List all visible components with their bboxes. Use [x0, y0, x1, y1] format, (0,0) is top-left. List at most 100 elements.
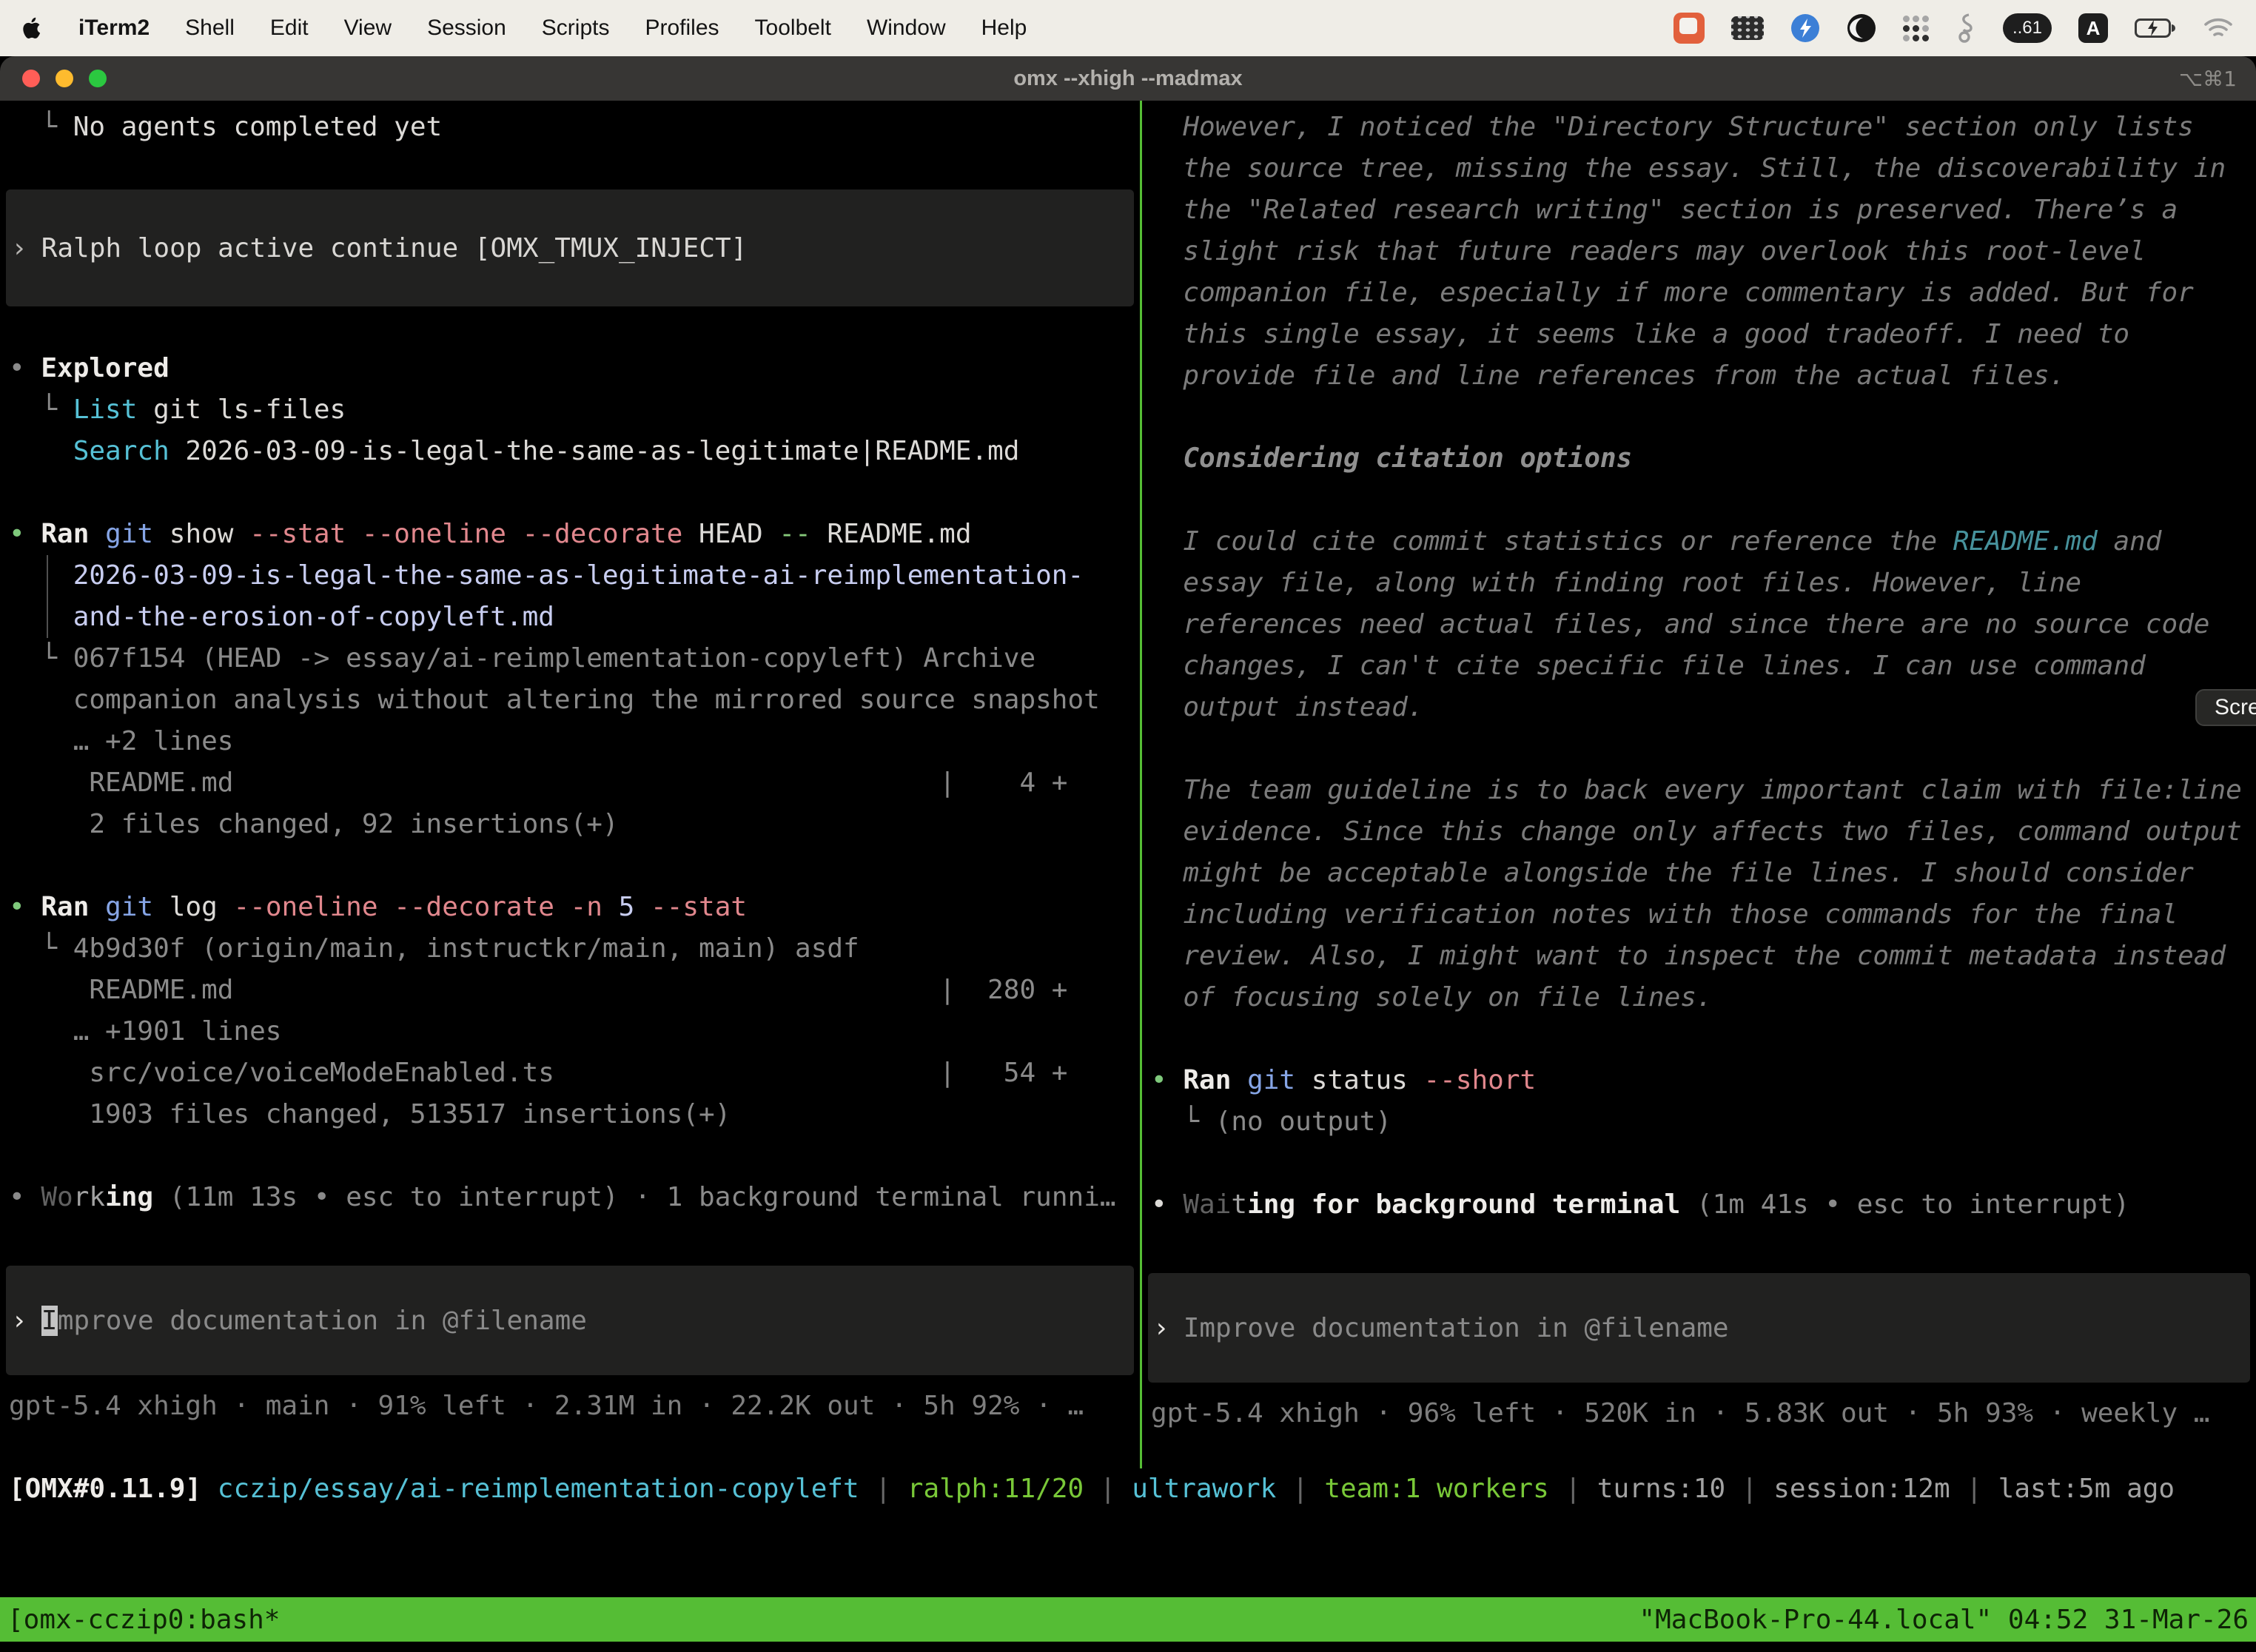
bolt-app-icon[interactable]	[1790, 13, 1820, 43]
menu-item-scripts[interactable]: Scripts	[542, 16, 610, 40]
terminal-line: might be acceptable alongside the file l…	[1142, 853, 2256, 894]
terminal-line: the "Related research writing" section i…	[1142, 189, 2256, 231]
terminal-line: review. Also, I might want to inspect th…	[1142, 936, 2256, 977]
terminal-line: • Ran git status --short	[1142, 1060, 2256, 1101]
terminal-line: … +2 lines	[0, 721, 1140, 762]
terminal-line: changes, I can't cite specific file line…	[1142, 645, 2256, 687]
menu-status-icons: ..61 A	[1673, 13, 2234, 44]
terminal-line: output instead.	[1142, 687, 2256, 728]
window-title-bar[interactable]: omx --xhigh --madmax ⌥⌘1	[0, 56, 2256, 101]
screen-popup: Scre	[2195, 689, 2256, 726]
wifi-icon[interactable]	[2203, 16, 2234, 40]
terminal-line: and-the-erosion-of-copyleft.md	[0, 597, 1140, 638]
minimize-button[interactable]	[56, 70, 73, 87]
input-placeholder-text: mprove documentation in @filename	[58, 1306, 587, 1336]
macos-menu-bar: iTerm2 Shell Edit View Session Scripts Profile…	[0, 0, 2256, 56]
left-pane-main-rows: • Explored └ List git ls-files Search 20…	[0, 348, 1140, 1218]
terminal-line: provide file and line references from th…	[1142, 355, 2256, 397]
blank-line	[0, 1135, 1140, 1177]
blank-line	[1142, 1143, 2256, 1184]
text-cursor: I	[41, 1306, 58, 1336]
tmux-status-bar: [omx-cczip0:bash* "MacBook-Pro-44.local"…	[0, 1597, 2256, 1642]
left-pane[interactable]: └ No agents completed yet › Ralph loop ac…	[0, 101, 1140, 1468]
tmux-window-tab[interactable]: [omx-cczip0:bash*	[7, 1605, 280, 1635]
zoom-button[interactable]	[89, 70, 107, 87]
terminal-line: • Working (11m 13s • esc to interrupt) ·…	[0, 1177, 1140, 1218]
terminal-line: README.md | 4 +	[0, 762, 1140, 804]
input-source-icon[interactable]: A	[2078, 13, 2108, 43]
terminal-line: evidence. Since this change only affects…	[1142, 811, 2256, 853]
terminal-line: └ No agents completed yet	[0, 107, 1140, 148]
window-title: omx --xhigh --madmax	[0, 67, 2256, 91]
tmux-host-clock: "MacBook-Pro-44.local" 04:52 31-Mar-26	[1639, 1605, 2249, 1635]
left-pane-top-rows: └ No agents completed yet	[0, 107, 1140, 189]
terminal-line: • Explored	[0, 348, 1140, 389]
left-input-box[interactable]: › Improve documentation in @filename	[6, 1266, 1134, 1375]
ralph-inject-text: Ralph loop active continue [OMX_TMUX_INJ…	[41, 233, 748, 263]
terminal-line: src/voice/voiceModeEnabled.ts | 54 +	[0, 1052, 1140, 1094]
menu-item-iterm2[interactable]: iTerm2	[78, 16, 150, 40]
terminal-line: essay file, along with finding root file…	[1142, 563, 2256, 604]
terminal-line: • Ran git log --oneline --decorate -n 5 …	[0, 887, 1140, 928]
terminal-line: I could cite commit statistics or refere…	[1142, 521, 2256, 563]
terminal-line: 1903 files changed, 513517 insertions(+)	[0, 1094, 1140, 1135]
prompt-chevron-icon: ›	[11, 233, 27, 263]
terminal-line: this single essay, it seems like a good …	[1142, 314, 2256, 355]
terminal-line: • Waiting for background terminal (1m 41…	[1142, 1184, 2256, 1226]
tab-shortcut-label: ⌥⌘1	[2179, 67, 2237, 91]
terminal-line: Considering citation options	[1142, 438, 2256, 480]
menu-item-shell[interactable]: Shell	[185, 16, 235, 40]
blank-line	[1142, 1018, 2256, 1060]
terminal-line: references need actual files, and since …	[1142, 604, 2256, 645]
terminal-line: Search 2026-03-09-is-legal-the-same-as-l…	[0, 431, 1140, 472]
tmux-panes: └ No agents completed yet › Ralph loop ac…	[0, 101, 2256, 1468]
menu-item-session[interactable]: Session	[427, 16, 506, 40]
terminal-line: README.md | 280 +	[0, 970, 1140, 1011]
crescent-app-icon[interactable]	[1847, 13, 1876, 43]
terminal-line: • Ran git show --stat --oneline --decora…	[0, 514, 1140, 555]
menu-item-view[interactable]: View	[344, 16, 392, 40]
terminal-line: However, I noticed the "Directory Struct…	[1142, 107, 2256, 148]
terminal-line: └ 067f154 (HEAD -> essay/ai-reimplementa…	[0, 638, 1140, 679]
chat-app-icon[interactable]	[1673, 13, 1705, 44]
terminal-line: slight risk that future readers may over…	[1142, 231, 2256, 272]
terminal-line: … +1901 lines	[0, 1011, 1140, 1052]
terminal-line: └ (no output)	[1142, 1101, 2256, 1143]
input-placeholder-text: Improve documentation in @filename	[1184, 1313, 1729, 1343]
menu-item-edit[interactable]: Edit	[270, 16, 309, 40]
left-session-status: gpt-5.4 xhigh · main · 91% left · 2.31M …	[0, 1386, 1140, 1427]
terminal-line: of focusing solely on file lines.	[1142, 977, 2256, 1018]
terminal-line: including verification notes with those …	[1142, 894, 2256, 936]
menu-item-help[interactable]: Help	[981, 16, 1027, 40]
terminal-content: └ No agents completed yet › Ralph loop ac…	[0, 101, 2256, 1652]
apple-menu-icon[interactable]	[22, 16, 43, 41]
menu-item-window[interactable]: Window	[867, 16, 946, 40]
dots-grid-icon[interactable]	[1903, 16, 1929, 41]
terminal-line: companion analysis without altering the …	[0, 679, 1140, 721]
terminal-line: the source tree, missing the essay. Stil…	[1142, 148, 2256, 189]
right-pane-main-rows: However, I noticed the "Directory Struct…	[1142, 107, 2256, 1226]
blank-line	[1142, 397, 2256, 438]
tree-connector-line	[47, 555, 48, 638]
close-button[interactable]	[22, 70, 40, 87]
terminal-line: └ List git ls-files	[0, 389, 1140, 431]
terminal-line: 2026-03-09-is-legal-the-same-as-legitima…	[0, 555, 1140, 597]
omx-status-bar: [OMX#0.11.9] cczip/essay/ai-reimplementa…	[0, 1468, 2256, 1510]
right-pane[interactable]: However, I noticed the "Directory Struct…	[1142, 101, 2256, 1468]
prompt-chevron-icon: ›	[1153, 1313, 1169, 1343]
battery-icon[interactable]	[2135, 17, 2176, 39]
blank-line	[1142, 728, 2256, 770]
right-input-box[interactable]: › Improve documentation in @filename	[1148, 1273, 2250, 1383]
right-session-status: gpt-5.4 xhigh · 96% left · 520K in · 5.8…	[1142, 1393, 2256, 1434]
updates-badge-icon[interactable]: ..61	[2003, 13, 2052, 43]
ralph-inject-box: › Ralph loop active continue [OMX_TMUX_IN…	[6, 189, 1134, 306]
menu-item-toolbelt[interactable]: Toolbelt	[755, 16, 831, 40]
prompt-chevron-icon: ›	[11, 1306, 27, 1336]
keyboard-icon[interactable]	[1731, 16, 1764, 40]
menu-item-profiles[interactable]: Profiles	[645, 16, 719, 40]
blank-line	[1142, 480, 2256, 521]
dragon-icon[interactable]	[1955, 13, 1976, 44]
menu-items: iTerm2 Shell Edit View Session Scripts Profile…	[43, 16, 1027, 41]
terminal-line: The team guideline is to back every impo…	[1142, 770, 2256, 811]
blank-line	[0, 472, 1140, 514]
